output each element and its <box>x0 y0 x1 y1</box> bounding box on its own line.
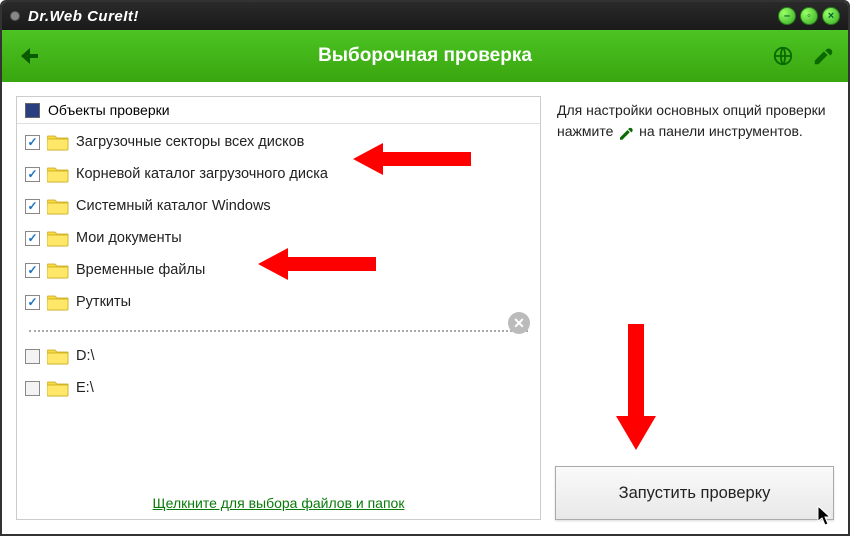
minimize-button[interactable]: – <box>778 7 796 25</box>
folder-icon <box>47 347 69 365</box>
item-label: Временные файлы <box>76 262 205 278</box>
folder-icon <box>47 379 69 397</box>
close-window-button[interactable]: × <box>822 7 840 25</box>
item-label: Корневой каталог загрузочного диска <box>76 166 328 182</box>
titlebar: Dr.Web CureIt! – ◦ × <box>2 2 848 30</box>
checkbox[interactable] <box>25 199 40 214</box>
list-item[interactable]: Руткиты <box>25 286 532 318</box>
list-item[interactable]: Загрузочные секторы всех дисков <box>25 126 532 158</box>
folder-icon <box>47 197 69 215</box>
app-icon <box>10 11 20 21</box>
back-button[interactable] <box>16 44 40 68</box>
app-title: Dr.Web CureIt! <box>28 8 778 25</box>
list-item[interactable]: E:\ <box>25 372 532 404</box>
folder-icon <box>47 165 69 183</box>
toolbar: Выборочная проверка <box>2 30 848 82</box>
item-label: E:\ <box>76 380 94 396</box>
wrench-inline-icon <box>617 125 635 139</box>
checkbox[interactable] <box>25 349 40 364</box>
item-label: Руткиты <box>76 294 131 310</box>
checkbox[interactable] <box>25 381 40 396</box>
choose-files-link[interactable]: Щелкните для выбора файлов и папок <box>153 495 405 511</box>
globe-icon[interactable] <box>772 45 794 67</box>
folder-icon <box>47 229 69 247</box>
item-label: Системный каталог Windows <box>76 198 271 214</box>
clear-selection-icon[interactable]: ✕ <box>508 312 530 334</box>
maximize-button[interactable]: ◦ <box>800 7 818 25</box>
checkbox[interactable] <box>25 231 40 246</box>
checkbox[interactable] <box>25 263 40 278</box>
list-item[interactable]: Системный каталог Windows <box>25 190 532 222</box>
list-item[interactable]: Временные файлы <box>25 254 532 286</box>
list-header-label: Объекты проверки <box>48 102 170 118</box>
list-item[interactable]: Мои документы <box>25 222 532 254</box>
folder-icon <box>47 293 69 311</box>
list-divider <box>29 330 528 332</box>
list-item[interactable]: D:\ <box>25 340 532 372</box>
checkbox[interactable] <box>25 167 40 182</box>
item-label: Загрузочные секторы всех дисков <box>76 134 304 150</box>
settings-wrench-icon[interactable] <box>812 45 834 67</box>
list-item[interactable]: Корневой каталог загрузочного диска <box>25 158 532 190</box>
help-text: Для настройки основных опций проверки на… <box>555 96 834 142</box>
checkbox[interactable] <box>25 135 40 150</box>
folder-icon <box>47 261 69 279</box>
item-label: D:\ <box>76 348 95 364</box>
item-label: Мои документы <box>76 230 182 246</box>
folder-icon <box>47 133 69 151</box>
page-title: Выборочная проверка <box>318 45 532 67</box>
select-all-checkbox[interactable] <box>25 103 40 118</box>
list-header: Объекты проверки <box>17 97 540 124</box>
start-scan-button[interactable]: Запустить проверку <box>555 466 834 520</box>
scan-objects-panel: Объекты проверки Загрузочные секторы все… <box>16 96 541 520</box>
checkbox[interactable] <box>25 295 40 310</box>
